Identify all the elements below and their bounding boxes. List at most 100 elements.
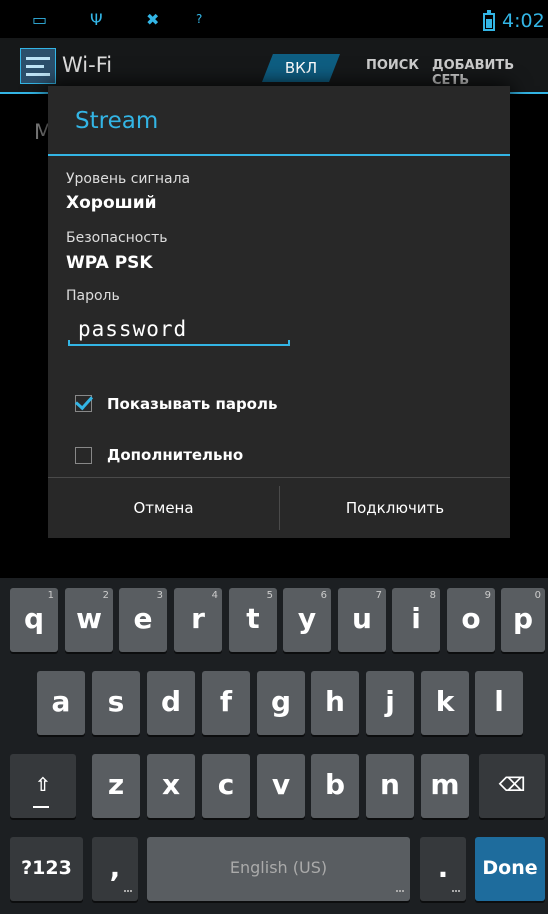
symbols-key-label: ?123: [21, 857, 72, 879]
key-label: v: [271, 768, 291, 801]
key-hint: 9: [484, 590, 491, 601]
backspace-icon: ⌫: [498, 774, 526, 796]
key-g[interactable]: g: [257, 671, 305, 735]
key-label: w: [76, 602, 102, 635]
key-h[interactable]: h: [311, 671, 359, 735]
key-l[interactable]: l: [475, 671, 523, 735]
dialog-button-bar: Отмена Подключить: [48, 477, 510, 538]
key-hint: 3: [156, 590, 163, 601]
key-label: n: [380, 768, 400, 801]
key-hint: 6: [320, 590, 327, 601]
key-y[interactable]: 6y: [283, 588, 331, 652]
key-label: i: [411, 602, 421, 635]
key-z[interactable]: z: [92, 754, 140, 818]
key-s[interactable]: s: [92, 671, 140, 735]
signal-strength-value: Хороший: [66, 193, 157, 213]
soft-keyboard: 1q 2w 3e 4r 5t 6y 7u 8i 9o 0p a s d f g …: [0, 578, 548, 914]
advanced-options-label[interactable]: Дополнительно: [107, 446, 243, 464]
key-label: e: [133, 602, 153, 635]
symbols-key[interactable]: ?123: [10, 837, 83, 901]
shift-icon: ⇧: [35, 774, 51, 796]
key-m[interactable]: m: [421, 754, 469, 818]
key-t[interactable]: 5t: [229, 588, 277, 652]
key-label: p: [512, 602, 534, 635]
dialog-title: Stream: [75, 108, 159, 134]
action-bar-title: Wi-Fi: [62, 53, 113, 77]
key-d[interactable]: d: [147, 671, 195, 735]
comma-key[interactable]: ,: [92, 837, 138, 901]
key-label: g: [270, 685, 292, 718]
key-c[interactable]: c: [202, 754, 250, 818]
show-password-checkbox[interactable]: [75, 395, 92, 412]
key-i[interactable]: 8i: [392, 588, 440, 652]
usb-icon: Ψ: [90, 10, 103, 29]
key-label: r: [191, 602, 205, 635]
key-w[interactable]: 2w: [65, 588, 113, 652]
key-n[interactable]: n: [366, 754, 414, 818]
key-k[interactable]: k: [421, 671, 469, 735]
key-label: d: [160, 685, 182, 718]
key-q[interactable]: 1q: [10, 588, 58, 652]
key-hint: 5: [266, 590, 273, 601]
key-e[interactable]: 3e: [119, 588, 167, 652]
signal-strength-label: Уровень сигнала: [66, 171, 191, 187]
key-hint: 1: [47, 590, 54, 601]
key-label: z: [107, 768, 125, 801]
advanced-options-checkbox[interactable]: [75, 447, 92, 464]
key-hint: 4: [211, 590, 218, 601]
wifi-toggle[interactable]: ВКЛ: [262, 54, 340, 82]
wifi-toggle-label: ВКЛ: [284, 59, 318, 77]
shift-key[interactable]: ⇧: [10, 754, 76, 818]
key-hint: 2: [102, 590, 109, 601]
key-label: x: [161, 768, 181, 801]
key-o[interactable]: 9o: [447, 588, 495, 652]
add-network-button[interactable]: ДОБАВИТЬ СЕТЬ: [432, 58, 548, 88]
key-a[interactable]: a: [37, 671, 85, 735]
key-hint: 0: [534, 590, 541, 601]
password-label: Пароль: [66, 288, 120, 304]
connect-button[interactable]: Подключить: [280, 478, 510, 538]
key-label: f: [219, 685, 233, 718]
backspace-key[interactable]: ⌫: [479, 754, 545, 818]
security-value: WPA PSK: [66, 253, 153, 273]
key-u[interactable]: 7u: [338, 588, 386, 652]
scan-button[interactable]: ПОИСК: [366, 58, 419, 73]
key-label: s: [107, 685, 125, 718]
password-input-value[interactable]: password: [78, 317, 187, 341]
key-r[interactable]: 4r: [174, 588, 222, 652]
done-key[interactable]: Done: [475, 837, 545, 901]
key-label: b: [324, 768, 346, 801]
period-key[interactable]: .: [420, 837, 466, 901]
key-label: y: [297, 602, 317, 635]
key-more-indicator: [124, 890, 132, 895]
keyboard-icon: ▭: [32, 10, 48, 29]
key-more-indicator: [396, 890, 404, 895]
space-key[interactable]: English (US): [147, 837, 410, 901]
password-input-underline: [68, 340, 290, 346]
key-v[interactable]: v: [257, 754, 305, 818]
key-j[interactable]: j: [366, 671, 414, 735]
key-label: o: [461, 602, 481, 635]
cancel-button[interactable]: Отмена: [48, 478, 279, 538]
key-label: q: [23, 602, 45, 635]
show-password-label[interactable]: Показывать пароль: [107, 395, 277, 413]
key-p[interactable]: 0p: [501, 588, 545, 652]
done-key-label: Done: [482, 857, 538, 879]
key-hint: 8: [429, 590, 436, 601]
debug-icon: ✖: [146, 10, 160, 29]
key-label: m: [430, 768, 460, 801]
key-b[interactable]: b: [311, 754, 359, 818]
status-bar: ▭ Ψ ✖ ? 4:02: [0, 0, 548, 38]
wifi-settings-icon[interactable]: [20, 48, 56, 84]
key-label: t: [246, 602, 260, 635]
space-key-label: English (US): [229, 858, 328, 877]
key-label: a: [51, 685, 71, 718]
shift-indicator: [33, 806, 49, 808]
key-label: k: [435, 685, 455, 718]
comma-key-label: ,: [109, 851, 121, 884]
key-label: c: [217, 768, 235, 801]
key-label: h: [325, 685, 345, 718]
key-hint: 7: [375, 590, 382, 601]
key-f[interactable]: f: [202, 671, 250, 735]
key-x[interactable]: x: [147, 754, 195, 818]
